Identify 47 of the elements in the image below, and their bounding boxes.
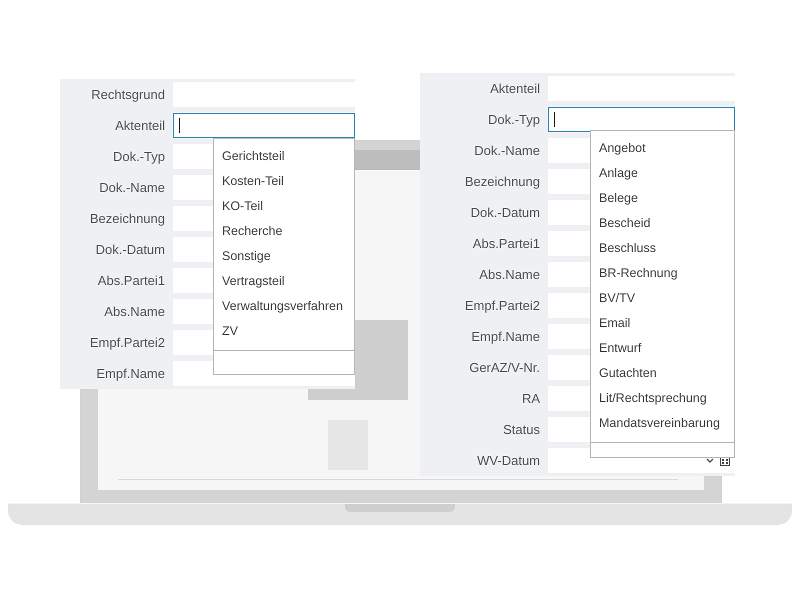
dropdown-option[interactable]: Mandatsvereinbarung — [599, 411, 734, 436]
field-label: Bezeichnung — [464, 172, 541, 191]
dropdown-option[interactable]: Beschluss — [599, 236, 734, 261]
text-cursor — [179, 118, 180, 133]
dropdown-option[interactable]: BV/TV — [599, 286, 734, 311]
field-label: Empf.Name — [470, 328, 541, 346]
text-cursor — [554, 112, 555, 127]
dropdown-option[interactable]: Gutachten — [599, 361, 734, 386]
dropdown-option[interactable]: Lit/Rechtsprechung — [599, 386, 734, 411]
dropdown-option[interactable]: Vertragsteil — [222, 269, 354, 294]
field-label: Aktenteil — [489, 80, 541, 98]
field-label: Empf.Partei2 — [464, 296, 541, 315]
field-label: Empf.Partei2 — [88, 334, 166, 352]
dropdown-option[interactable]: Recherche — [222, 219, 354, 244]
dropdown-option[interactable]: KO-Teil — [222, 194, 354, 219]
field-label: Empf.Name — [95, 364, 166, 383]
field-label: Status — [502, 420, 541, 439]
field-label: Bezeichnung — [88, 210, 166, 228]
dropdown-option[interactable]: ZV — [222, 319, 354, 344]
dropdown-option[interactable]: Belege — [599, 186, 734, 211]
dropdown-option[interactable]: Anlage — [599, 161, 734, 186]
field-label: RA — [520, 390, 541, 408]
field-label: Dok.-Datum — [94, 240, 166, 259]
dropdown-option[interactable]: Gerichtsteil — [222, 144, 354, 169]
dropdown-option[interactable]: BR-Rechnung — [599, 261, 734, 286]
dropdown-option[interactable]: Verwaltungsverfahren — [222, 294, 354, 319]
field-label: Abs.Name — [478, 266, 541, 284]
field-label: Aktenteil — [114, 116, 166, 135]
field-label: Rechtsgrund — [90, 86, 166, 104]
field-label: Abs.Name — [103, 302, 166, 321]
field-label: Dok.-Name — [98, 178, 166, 197]
field-label: Dok.-Name — [473, 142, 541, 160]
dropdown-option[interactable]: Entwurf — [599, 336, 734, 361]
field-label: Dok.-Typ — [486, 110, 541, 129]
field-label: Abs.Partei1 — [472, 234, 541, 253]
dropdown-option[interactable]: Kosten-Teil — [222, 169, 354, 194]
dropdown-option[interactable]: Angebot — [599, 136, 734, 161]
field-label: WV-Datum — [476, 452, 541, 470]
dropdown-option[interactable]: Sonstige — [222, 244, 354, 269]
field-label: Abs.Partei1 — [96, 272, 166, 290]
dropdown-option[interactable]: Email — [599, 311, 734, 336]
input-field[interactable] — [173, 113, 355, 138]
field-label: Dok.-Datum — [470, 204, 541, 222]
field-label: GerAZ/V-Nr. — [468, 358, 541, 377]
input-field[interactable] — [548, 107, 735, 132]
field-label: Dok.-Typ — [112, 148, 166, 166]
dropdown-option[interactable]: Bescheid — [599, 211, 734, 236]
